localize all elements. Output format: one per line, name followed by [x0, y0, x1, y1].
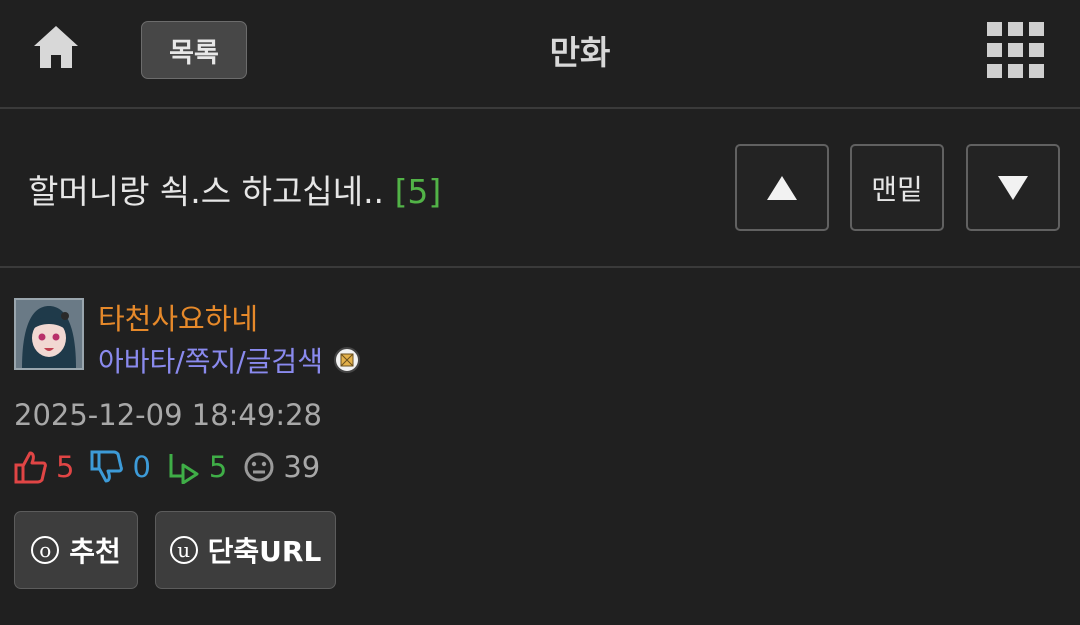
home-icon[interactable] — [30, 22, 82, 74]
arrow-down-icon — [998, 175, 1028, 200]
short-url-label: 단축URL — [207, 535, 322, 568]
short-url-shortcut-key: u — [169, 536, 198, 564]
reply-arrow-icon — [169, 454, 199, 484]
recommend-button[interactable]: o 추천 — [14, 511, 138, 589]
grid-menu-icon[interactable] — [987, 22, 1044, 79]
recommend-label: 추천 — [69, 535, 121, 568]
author-name[interactable]: 타천사요하네 — [98, 296, 258, 338]
arrow-up-icon — [767, 175, 797, 200]
post-stats: 5 0 5 39 — [14, 449, 336, 485]
view-stat: 39 — [243, 450, 320, 484]
scroll-bottom-button[interactable]: 맨밑 — [850, 144, 944, 231]
upvote-count: 5 — [56, 450, 75, 484]
downvote-stat: 0 — [90, 450, 151, 484]
reply-count: 5 — [208, 450, 228, 484]
recommend-shortcut-key: o — [31, 536, 60, 564]
upvote-stat: 5 — [14, 450, 74, 484]
top-bar: 목록 만화 — [0, 0, 1080, 109]
post-title-bar: 할머니랑 쇡.스 하고십네.. [5] 맨밑 — [0, 109, 1080, 268]
short-url-button[interactable]: u 단축URL — [155, 511, 336, 589]
post-title: 할머니랑 쇡.스 하고십네.. [5] — [28, 165, 441, 213]
reply-stat: 5 — [167, 450, 227, 484]
author-links: 아바타/쪽지/글검색 — [98, 340, 361, 380]
post-title-text: 할머니랑 쇡.스 하고십네.. — [28, 172, 385, 211]
scroll-down-button[interactable] — [966, 144, 1060, 231]
post-date: 2025-12-09 18:49:28 — [14, 398, 322, 432]
scroll-up-button[interactable] — [735, 144, 829, 231]
page-title: 만화 — [549, 33, 611, 72]
comment-count[interactable]: [5] — [395, 172, 442, 211]
avatar[interactable] — [14, 298, 84, 370]
mail-badge-icon[interactable] — [333, 346, 361, 374]
list-button[interactable]: 목록 — [141, 21, 247, 79]
author-links-text[interactable]: 아바타/쪽지/글검색 — [98, 340, 323, 380]
thumbs-up-icon — [14, 451, 47, 484]
thumbs-down-icon — [90, 450, 124, 483]
view-count: 39 — [283, 450, 321, 484]
downvote-count: 0 — [132, 450, 151, 484]
face-icon — [244, 452, 274, 482]
